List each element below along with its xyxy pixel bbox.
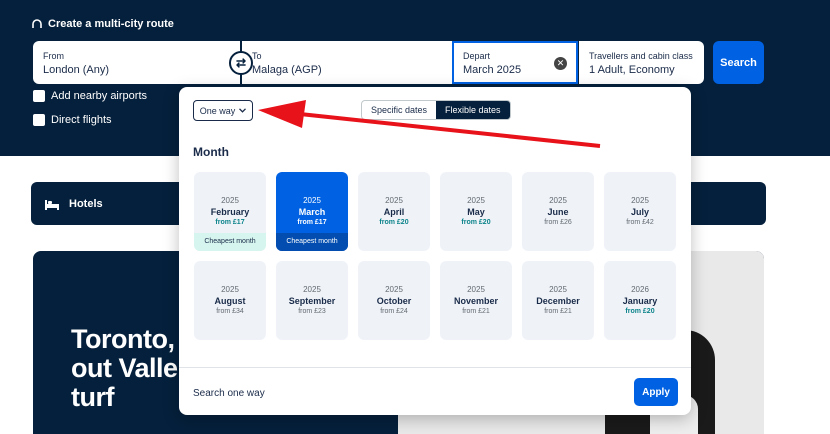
month-price: from £20 — [379, 219, 409, 226]
month-year: 2025 — [631, 196, 649, 205]
month-name: September — [288, 296, 336, 306]
search-button[interactable]: Search — [713, 41, 764, 84]
month-price: from £21 — [544, 308, 572, 315]
month-name: November — [453, 296, 498, 306]
nearby-airports-checkbox[interactable]: Add nearby airports — [33, 90, 147, 102]
travellers-field[interactable]: Travellers and cabin class 1 Adult, Econ… — [579, 41, 704, 84]
cheapest-month-badge: Cheapest month — [276, 233, 348, 251]
bed-icon — [45, 199, 59, 210]
month-price: from £17 — [215, 219, 245, 226]
month-price: from £20 — [625, 308, 655, 315]
month-price: from £20 — [461, 219, 491, 226]
direct-flights-label: Direct flights — [51, 114, 112, 126]
depart-label: Depart — [463, 51, 491, 61]
month-year: 2025 — [221, 285, 239, 294]
hotels-label: Hotels — [69, 197, 103, 210]
month-tile-november[interactable]: 2025 November from £21 — [440, 261, 512, 340]
month-tile-january[interactable]: 2026 January from £20 — [604, 261, 676, 340]
month-tile-december[interactable]: 2025 December from £21 — [522, 261, 594, 340]
month-tile-august[interactable]: 2025 August from £34 — [194, 261, 266, 340]
divider — [179, 367, 691, 368]
month-year: 2025 — [467, 285, 485, 294]
month-price: from £21 — [462, 308, 490, 315]
search-one-way-link[interactable]: Search one way — [193, 388, 265, 399]
tab-flexible-dates[interactable]: Flexible dates — [436, 101, 510, 119]
month-name: August — [214, 296, 246, 306]
month-price: from £17 — [297, 219, 327, 226]
month-price: from £34 — [216, 308, 244, 315]
to-label: To — [252, 51, 262, 61]
apply-button[interactable]: Apply — [634, 378, 678, 406]
month-price: from £42 — [626, 219, 654, 226]
month-tile-october[interactable]: 2025 October from £24 — [358, 261, 430, 340]
month-name: January — [622, 296, 658, 306]
month-year: 2025 — [303, 196, 321, 205]
month-name: October — [376, 296, 412, 306]
month-name: March — [298, 207, 326, 217]
travellers-label: Travellers and cabin class — [589, 51, 693, 61]
swap-icon[interactable]: ⇄ — [229, 51, 253, 75]
month-tile-may[interactable]: 2025 May from £20 — [440, 172, 512, 251]
multicity-label: Create a multi-city route — [48, 18, 174, 30]
direct-flights-checkbox[interactable]: Direct flights — [33, 114, 112, 126]
to-field[interactable]: To Malaga (AGP) — [242, 41, 452, 84]
travellers-value: 1 Adult, Economy — [589, 64, 675, 76]
month-name: June — [547, 207, 569, 217]
month-price: from £26 — [544, 219, 572, 226]
depart-field[interactable]: Depart March 2025 ✕ — [452, 41, 578, 84]
checkbox-box[interactable] — [33, 114, 45, 126]
date-mode-toggle: Specific dates Flexible dates — [361, 100, 511, 120]
month-name: July — [630, 207, 649, 217]
month-name: May — [467, 207, 485, 217]
trip-type-label: One way — [199, 105, 236, 116]
month-year: 2025 — [385, 196, 403, 205]
month-name: April — [383, 207, 405, 217]
month-tile-february[interactable]: 2025 February from £17 Cheapest month — [194, 172, 266, 251]
month-year: 2025 — [549, 196, 567, 205]
from-field[interactable]: From London (Any) — [33, 41, 240, 84]
checkbox-box[interactable] — [33, 90, 45, 102]
from-value: London (Any) — [43, 64, 110, 76]
month-year: 2025 — [549, 285, 567, 294]
month-year: 2025 — [385, 285, 403, 294]
month-year: 2026 — [631, 285, 649, 294]
tab-specific-dates[interactable]: Specific dates — [362, 101, 436, 119]
route-icon — [32, 19, 42, 28]
chevron-down-icon — [239, 108, 247, 113]
month-year: 2025 — [467, 196, 485, 205]
clear-icon[interactable]: ✕ — [554, 57, 567, 70]
to-value: Malaga (AGP) — [252, 64, 322, 76]
trip-type-dropdown[interactable]: One way — [193, 100, 253, 121]
month-tile-march[interactable]: 2025 March from £17 Cheapest month — [276, 172, 348, 251]
month-price: from £23 — [298, 308, 326, 315]
month-tile-september[interactable]: 2025 September from £23 — [276, 261, 348, 340]
month-tile-april[interactable]: 2025 April from £20 — [358, 172, 430, 251]
date-picker-popup: One way Specific dates Flexible dates Mo… — [179, 87, 691, 415]
cheapest-month-badge: Cheapest month — [194, 233, 266, 251]
month-name: February — [210, 207, 250, 217]
multicity-link[interactable]: Create a multi-city route — [32, 18, 174, 30]
month-heading: Month — [193, 145, 229, 159]
from-label: From — [43, 51, 64, 61]
month-price: from £24 — [380, 308, 408, 315]
depart-value: March 2025 — [463, 64, 522, 76]
month-year: 2025 — [303, 285, 321, 294]
page: Create a multi-city route From London (A… — [0, 0, 830, 434]
nearby-airports-label: Add nearby airports — [51, 90, 147, 102]
month-tile-june[interactable]: 2025 June from £26 — [522, 172, 594, 251]
month-name: December — [536, 296, 580, 306]
month-year: 2025 — [221, 196, 239, 205]
month-tile-july[interactable]: 2025 July from £42 — [604, 172, 676, 251]
month-grid: 2025 February from £17 Cheapest month 2025 Ma… — [194, 172, 678, 340]
